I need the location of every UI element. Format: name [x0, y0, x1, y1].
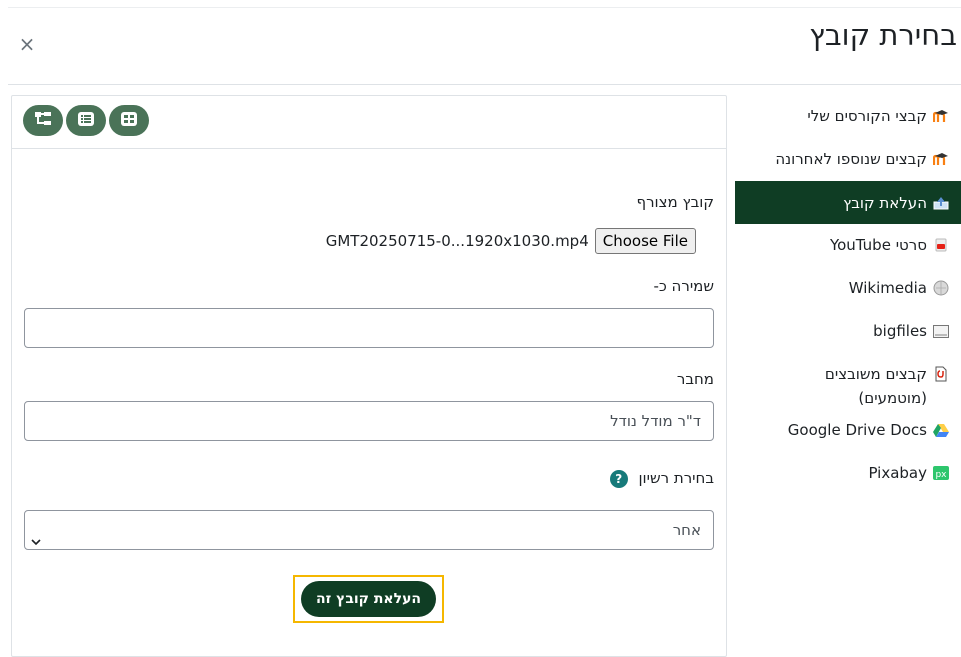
embedded-files-icon	[933, 362, 949, 386]
svg-text:px: px	[935, 470, 947, 480]
sidebar-item-pixabay[interactable]: px Pixabay	[735, 461, 961, 504]
upload-file-button[interactable]: העלאת קובץ זה	[301, 581, 436, 617]
header-divider	[8, 84, 961, 85]
chevron-down-icon	[31, 523, 41, 561]
author-input[interactable]: ד"ר מודל נודל	[24, 401, 714, 441]
attachment-label: קובץ מצורף	[636, 193, 715, 211]
sidebar-item-wikimedia[interactable]: Wikimedia	[735, 267, 961, 310]
sidebar-item-bigfiles[interactable]: bigfiles	[735, 310, 961, 353]
license-select[interactable]: אחר	[24, 510, 714, 550]
sidebar-item-label: סרטי YouTube	[829, 236, 927, 254]
license-label-row: בחירת רשיון ?	[609, 469, 714, 488]
sidebar-item-recent-files[interactable]: קבצים שנוספו לאחרונה	[735, 138, 961, 181]
sidebar-item-label: קבצים משובצים (מוטמעים)	[824, 365, 927, 407]
youtube-icon	[933, 233, 949, 257]
sidebar-item-label: העלאת קובץ	[843, 193, 927, 212]
sidebar-item-label: קבצים שנוספו לאחרונה	[775, 150, 927, 168]
sidebar-item-label: Pixabay	[868, 464, 927, 482]
list-view-button[interactable]	[66, 105, 106, 136]
grid-view-icon	[121, 111, 137, 130]
sidebar-item-google-drive[interactable]: Google Drive Docs	[735, 418, 961, 461]
sidebar-item-label: קבצי הקורסים שלי	[807, 107, 927, 125]
list-view-icon	[78, 111, 94, 130]
top-divider	[8, 7, 961, 8]
license-select-value: אחר	[672, 521, 701, 539]
file-chooser: Choose File GMT20250715-0...1920x1030.mp…	[326, 228, 696, 254]
grid-view-button[interactable]	[109, 105, 149, 136]
license-label: בחירת רשיון	[638, 469, 714, 487]
tree-view-icon	[34, 111, 52, 131]
tree-view-button[interactable]	[23, 105, 63, 136]
choose-file-button[interactable]: Choose File	[594, 228, 696, 254]
moodle-icon	[933, 104, 949, 128]
sidebar-item-label: Google Drive Docs	[787, 421, 927, 439]
bigfiles-icon	[933, 319, 949, 343]
sidebar-item-label: Wikimedia	[848, 279, 927, 297]
upload-icon	[933, 191, 949, 215]
save-as-label: שמירה כ-	[653, 277, 714, 295]
sidebar-item-course-files[interactable]: קבצי הקורסים שלי	[735, 95, 961, 138]
file-picker-panel: קובץ מצורף Choose File GMT20250715-0...1…	[11, 95, 727, 657]
wikimedia-icon	[933, 276, 949, 300]
moodle-icon	[933, 147, 949, 171]
help-icon[interactable]: ?	[609, 469, 628, 488]
save-as-input[interactable]	[24, 308, 714, 348]
sidebar-item-label: bigfiles	[873, 322, 927, 340]
author-label: מחבר	[676, 370, 714, 388]
sidebar-item-upload[interactable]: העלאת קובץ	[735, 181, 961, 224]
google-drive-icon	[933, 418, 949, 442]
pixabay-icon: px	[933, 461, 949, 485]
selected-file-name: GMT20250715-0...1920x1030.mp4	[325, 232, 589, 250]
view-toolbar	[12, 96, 726, 149]
upload-button-focus-ring: העלאת קובץ זה	[293, 575, 444, 623]
repository-list: קבצי הקורסים שלי קבצים שנוספו לאחרונה הע…	[735, 95, 961, 504]
sidebar-item-youtube[interactable]: סרטי YouTube	[735, 224, 961, 267]
dialog-title: בחירת קובץ	[809, 18, 957, 52]
sidebar-item-embedded-files[interactable]: קבצים משובצים (מוטמעים)	[735, 353, 961, 418]
close-icon[interactable]: ×	[16, 33, 38, 55]
